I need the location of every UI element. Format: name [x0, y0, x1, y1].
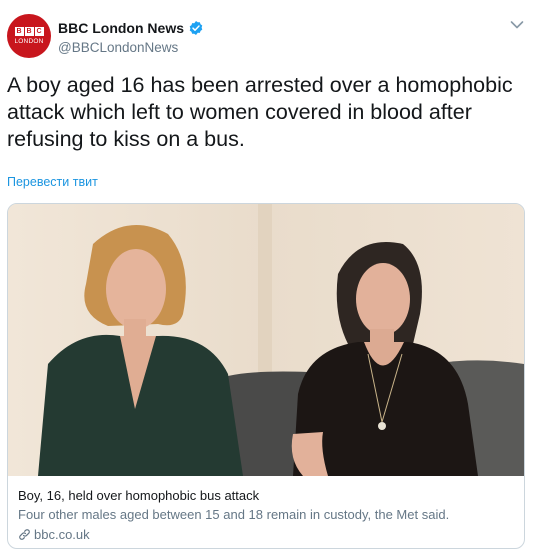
- author-name-row: BBC London News: [58, 20, 204, 36]
- logo-letter: B: [24, 27, 34, 36]
- card-photo: [8, 204, 524, 476]
- card-body[interactable]: Boy, 16, held over homophobic bus attack…: [8, 476, 524, 548]
- chevron-down-icon[interactable]: [510, 20, 524, 30]
- bbc-logo: B B C: [14, 27, 44, 36]
- translate-tweet-link[interactable]: Перевести твит: [7, 175, 98, 189]
- card-domain-text: bbc.co.uk: [34, 527, 90, 542]
- tweet-text: A boy aged 16 has been arrested over a h…: [7, 73, 513, 151]
- link-card[interactable]: Boy, 16, held over homophobic bus attack…: [7, 203, 525, 549]
- card-image[interactable]: [8, 204, 524, 476]
- card-title[interactable]: Boy, 16, held over homophobic bus attack: [18, 488, 514, 503]
- avatar-caption: LONDON: [14, 38, 44, 45]
- logo-letter: C: [34, 27, 44, 36]
- card-domain[interactable]: bbc.co.uk: [18, 527, 514, 542]
- verified-badge-icon: [189, 21, 203, 35]
- author-handle[interactable]: @BBCLondonNews: [58, 40, 178, 55]
- avatar[interactable]: B B C LONDON: [7, 14, 51, 58]
- card-description: Four other males aged between 15 and 18 …: [18, 507, 450, 522]
- link-icon: [19, 529, 30, 540]
- logo-letter: B: [14, 27, 24, 36]
- display-name[interactable]: BBC London News: [58, 20, 184, 36]
- tweet: B B C LONDON BBC London News @BBCLondonN…: [0, 0, 540, 560]
